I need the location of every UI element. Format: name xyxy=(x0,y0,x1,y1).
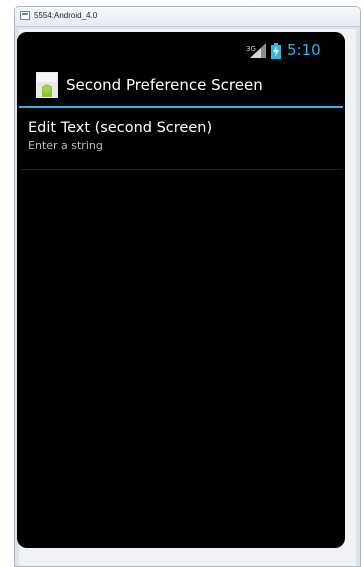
status-bar: 3G 5:10 xyxy=(17,32,345,66)
action-bar: Second Preference Screen xyxy=(17,66,345,106)
preference-summary: Enter a string xyxy=(28,139,103,152)
signal-icon xyxy=(250,43,266,58)
edit-text-preference[interactable]: Edit Text (second Screen) Enter a string xyxy=(17,108,345,170)
window-titlebar[interactable]: 5554:Android_4.0 xyxy=(15,7,360,27)
screen-title: Second Preference Screen xyxy=(66,76,263,94)
list-divider xyxy=(20,169,342,170)
window-title: 5554:Android_4.0 xyxy=(34,11,98,20)
emulator-app-icon xyxy=(20,11,30,20)
battery-charging-icon xyxy=(271,43,281,59)
preference-title: Edit Text (second Screen) xyxy=(28,120,213,136)
status-clock: 5:10 xyxy=(287,41,321,59)
android-app-icon[interactable] xyxy=(36,72,58,98)
device-screen: 3G 5:10 Second Preference Screen Edit Te… xyxy=(17,32,345,548)
